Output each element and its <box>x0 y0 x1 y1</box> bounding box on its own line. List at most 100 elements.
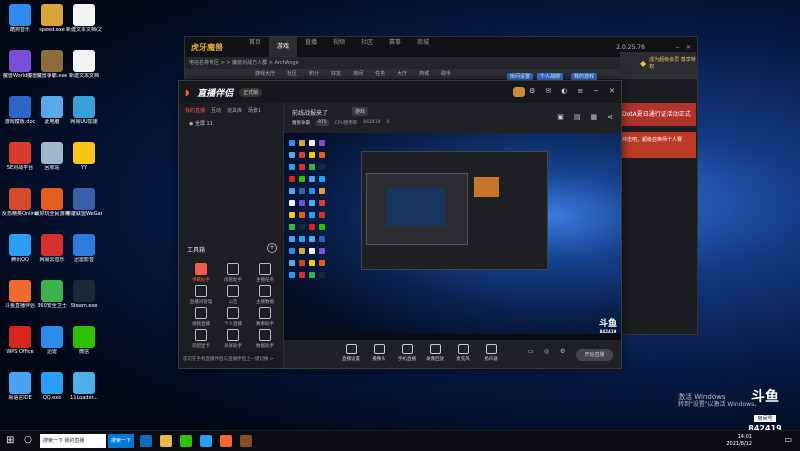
platform-menu-item[interactable]: 商城 <box>419 69 429 79</box>
platform-tab[interactable]: 社区 <box>353 37 381 57</box>
platform-tab[interactable]: 首页 <box>241 37 269 57</box>
desktop-icon[interactable]: 魔兽World魔兽 <box>2 50 38 79</box>
desktop-icon[interactable]: 最好玩全民游戏 <box>34 188 70 217</box>
platform-tab[interactable]: 商城 <box>409 37 437 57</box>
desktop-icon[interactable]: 微信 <box>66 326 102 355</box>
tool-item[interactable]: 适配显卡 <box>185 329 217 349</box>
taskbar-clock[interactable]: 14:01 2021/8/12 <box>726 434 752 448</box>
mobile-tip[interactable]: 您可在手机直播伴侣与直播伴侣上一键切换 > <box>179 352 283 368</box>
notification-icon[interactable]: ▭ <box>784 435 792 444</box>
summoner-event-banner[interactable]: 冲击吧，超级召唤师个人赛 <box>620 132 696 158</box>
taskbar-search-button[interactable]: 搜索一下 <box>108 434 134 448</box>
control-button[interactable]: 直播设置 <box>338 344 364 362</box>
tool-item[interactable]: 赛事助手 <box>249 307 281 327</box>
room-title[interactable]: 前线战报来了 <box>292 108 328 117</box>
desktop-icon[interactable]: WPS Office <box>2 326 38 355</box>
desktop-icon[interactable]: 5E对战平台 <box>2 142 38 171</box>
stream-preview[interactable]: 斗鱼 842419 <box>284 133 621 340</box>
room-tag[interactable]: 游戏 <box>352 107 369 116</box>
desktop-icon[interactable]: 迅雷影音 <box>66 234 102 263</box>
desktop-icon[interactable]: 游戏模板.doc <box>2 96 38 125</box>
platform-menu-item[interactable]: 积分 <box>309 69 319 79</box>
lock-icon[interactable]: ▤ <box>574 113 581 121</box>
platform-menu-item[interactable]: 任务 <box>375 69 385 79</box>
control-button[interactable]: 麦克风 <box>450 344 476 362</box>
desktop-icon[interactable]: 酷狗音乐 <box>2 4 38 33</box>
settings-icon[interactable]: ⚙ <box>560 348 565 355</box>
taskbar-app-icon[interactable] <box>240 435 252 447</box>
eye-icon[interactable]: ◉ <box>189 121 193 127</box>
desktop-icon[interactable]: QQ.exe <box>34 372 70 401</box>
desktop-icon[interactable]: 11Loader... <box>66 372 102 401</box>
desktop-icon[interactable]: 英雄联盟WeGame <box>66 188 102 217</box>
tool-item[interactable]: 直播间管理 <box>185 285 217 305</box>
minimize-icon[interactable]: − <box>675 44 680 51</box>
control-button[interactable]: 手机直播 <box>394 344 420 362</box>
preview-icon[interactable]: ◎ <box>544 348 549 355</box>
tool-item[interactable]: 公告 <box>217 285 249 305</box>
platform-tab[interactable]: 赛事 <box>381 37 409 57</box>
desktop-icon[interactable]: 此电脑 <box>34 96 70 125</box>
taskbar-search-input[interactable] <box>40 434 106 448</box>
left-tab[interactable]: 我的直播 <box>185 107 205 114</box>
menu-icon[interactable]: ≡ <box>577 87 583 95</box>
tool-item[interactable]: 数据助手 <box>249 329 281 349</box>
scene-item[interactable]: ◉ 全屏 11 <box>179 118 283 129</box>
shop-icon[interactable]: ▦ <box>591 113 598 121</box>
control-button[interactable]: 录像回放 <box>422 344 448 362</box>
left-tab[interactable]: 互动 <box>211 107 221 114</box>
desktop-icon[interactable]: speed.exe <box>34 4 70 33</box>
platform-menu-item[interactable]: 游戏大厅 <box>255 69 275 79</box>
cortana-icon[interactable]: ○ <box>24 435 32 445</box>
avatar[interactable] <box>513 87 525 97</box>
desktop-icon[interactable]: YY <box>66 142 102 171</box>
tool-item[interactable]: 个人直播 <box>217 307 249 327</box>
taskbar-app-icon[interactable] <box>140 435 152 447</box>
start-live-button[interactable]: 开始直播 <box>576 349 613 361</box>
tool-item[interactable]: 录屏助手 <box>217 329 249 349</box>
tool-item[interactable]: 视频直播 <box>185 307 217 327</box>
desktop-icon[interactable]: 网易云音乐 <box>34 234 70 263</box>
platform-menu-item[interactable]: 大厅 <box>397 69 407 79</box>
tool-item[interactable]: 弹幕助手 <box>185 263 217 283</box>
windows-start-icon[interactable]: ⊞ <box>6 436 16 446</box>
share-icon[interactable]: ⋖ <box>607 113 613 121</box>
tool-item[interactable]: 主播任务 <box>249 263 281 283</box>
camera-icon[interactable]: ▭ <box>528 348 534 355</box>
skin-icon[interactable]: ◐ <box>561 87 567 95</box>
left-tab[interactable]: 道具库 <box>227 107 242 114</box>
desktop-icon[interactable]: 腾讯QQ <box>2 234 38 263</box>
platform-menu-item[interactable]: 好友 <box>331 69 341 79</box>
minimize-icon[interactable]: − <box>593 87 599 95</box>
tool-item[interactable]: 房管助手 <box>217 263 249 283</box>
desktop-icon[interactable]: 迅雷 <box>34 326 70 355</box>
platform-menu-item[interactable]: 房间 <box>353 69 363 79</box>
desktop-icon[interactable]: 新建文本文档(2) <box>66 4 102 33</box>
platform-tab[interactable]: 视频 <box>325 37 353 57</box>
desktop-icon[interactable]: 网易UU加速 <box>66 96 102 125</box>
mail-icon[interactable]: ✉ <box>545 87 551 95</box>
add-tool-icon[interactable]: + <box>267 243 277 253</box>
vip-banner[interactable]: ◆ 成为超级会员 尊享特权 <box>620 52 696 74</box>
desktop-icon[interactable]: 回收站 <box>34 142 70 171</box>
desktop-icon[interactable]: 易语言IDE <box>2 372 38 401</box>
platform-menu-item[interactable]: 助手 <box>441 69 451 79</box>
close-icon[interactable]: ✕ <box>609 87 615 95</box>
platform-tab[interactable]: 直播 <box>297 37 325 57</box>
left-tab[interactable]: 场景1 <box>248 107 261 114</box>
desktop-icon[interactable]: 斗鱼直播伴侣 <box>2 280 38 309</box>
gift-icon[interactable]: ▣ <box>557 113 564 121</box>
taskbar-app-icon[interactable] <box>200 435 212 447</box>
dota-pass-banner[interactable]: DotA夏日通行证活动正式 <box>620 103 696 126</box>
tool-item[interactable]: 主播数据 <box>249 285 281 305</box>
control-button[interactable]: 扬声器 <box>478 344 504 362</box>
control-button[interactable]: 摄像头 <box>366 344 392 362</box>
taskbar-app-icon[interactable] <box>180 435 192 447</box>
desktop-icon[interactable]: Steam.exe <box>66 280 102 309</box>
desktop-icon[interactable]: 新建文本文档 <box>66 50 102 79</box>
live-companion-window[interactable]: ◗ 直播伴侣 正式版 ⚙ ✉ ◐ ≡ − ✕ 我的直播 互动 道具库 场景1 ◉ 全屏… <box>178 80 622 369</box>
platform-tab[interactable]: 游戏 <box>269 37 297 57</box>
version-badge[interactable]: 正式版 <box>239 87 263 97</box>
taskbar-app-icon[interactable] <box>160 435 172 447</box>
taskbar-app-icon[interactable] <box>220 435 232 447</box>
